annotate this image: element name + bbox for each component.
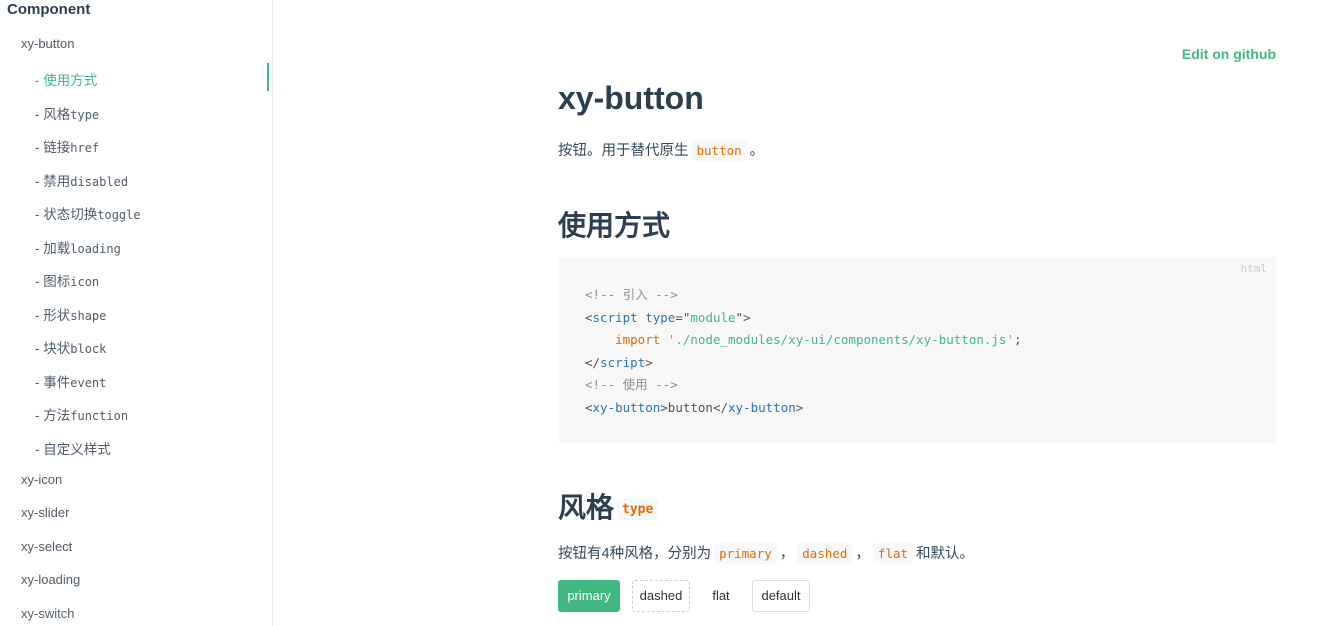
section-heading-usage: 使用方式 xyxy=(558,210,671,241)
sidebar-item-xy-slider[interactable]: xy-slider xyxy=(21,505,69,520)
style-description: 按钮有4种风格，分别为 primary， dashed， flat 和默认。 xyxy=(558,542,974,564)
sidebar-item-custom-style[interactable]: - 自定义样式 xyxy=(35,438,111,458)
page-title: xy-button xyxy=(558,80,704,116)
sidebar-item-disabled[interactable]: - 禁用disabled xyxy=(35,170,128,190)
sidebar-item-href[interactable]: - 链接href xyxy=(35,136,99,156)
sidebar-item-loading[interactable]: - 加载loading xyxy=(35,237,121,257)
active-indicator xyxy=(267,63,269,91)
inline-code: flat xyxy=(872,543,914,564)
sidebar-item-type[interactable]: - 风格type xyxy=(35,103,99,123)
sidebar-item-event[interactable]: - 事件event xyxy=(35,371,106,391)
sidebar-item-function[interactable]: - 方法function xyxy=(35,404,128,424)
sidebar-item-xy-select[interactable]: xy-select xyxy=(21,539,72,554)
inline-code: dashed xyxy=(797,543,853,564)
code-lines: <!-- 引入 --> <script type="module"> impor… xyxy=(585,287,1022,415)
sidebar-item-usage[interactable]: - 使用方式 xyxy=(35,69,97,89)
sidebar-item-block[interactable]: - 块状block xyxy=(35,337,106,357)
code-lang-label: html xyxy=(1240,262,1268,275)
default-button[interactable]: default xyxy=(752,580,810,612)
sidebar-heading: Component xyxy=(7,1,91,18)
intro-paragraph: 按钮。用于替代原生 button。 xyxy=(558,139,764,161)
sidebar-item-xy-switch[interactable]: xy-switch xyxy=(21,606,74,621)
sidebar-item-xy-icon[interactable]: xy-icon xyxy=(21,472,62,487)
dashed-button[interactable]: dashed xyxy=(632,580,690,612)
section-heading-style: 风格 type xyxy=(558,486,661,526)
inline-code: button xyxy=(691,140,747,161)
main-content: Edit on github xy-button 按钮。用于替代原生 button… xyxy=(274,0,1320,626)
primary-button[interactable]: primary xyxy=(558,580,620,612)
edit-on-github-link[interactable]: Edit on github xyxy=(1182,46,1276,62)
code-block: html <!-- 引入 --> <script type="module"> … xyxy=(558,257,1276,443)
sidebar-item-icon[interactable]: - 图标icon xyxy=(35,270,99,290)
flat-button[interactable]: flat xyxy=(702,580,740,612)
sidebar-item-toggle[interactable]: - 状态切换toggle xyxy=(35,203,141,223)
inline-code: type xyxy=(617,499,659,521)
sidebar-item-shape[interactable]: - 形状shape xyxy=(35,304,106,324)
sidebar-item-xy-button[interactable]: xy-button xyxy=(21,36,74,51)
inline-code: primary xyxy=(714,543,777,564)
sidebar: Component xy-button - 使用方式 - 风格type - 链接… xyxy=(0,0,273,626)
sidebar-item-xy-loading[interactable]: xy-loading xyxy=(21,572,80,587)
